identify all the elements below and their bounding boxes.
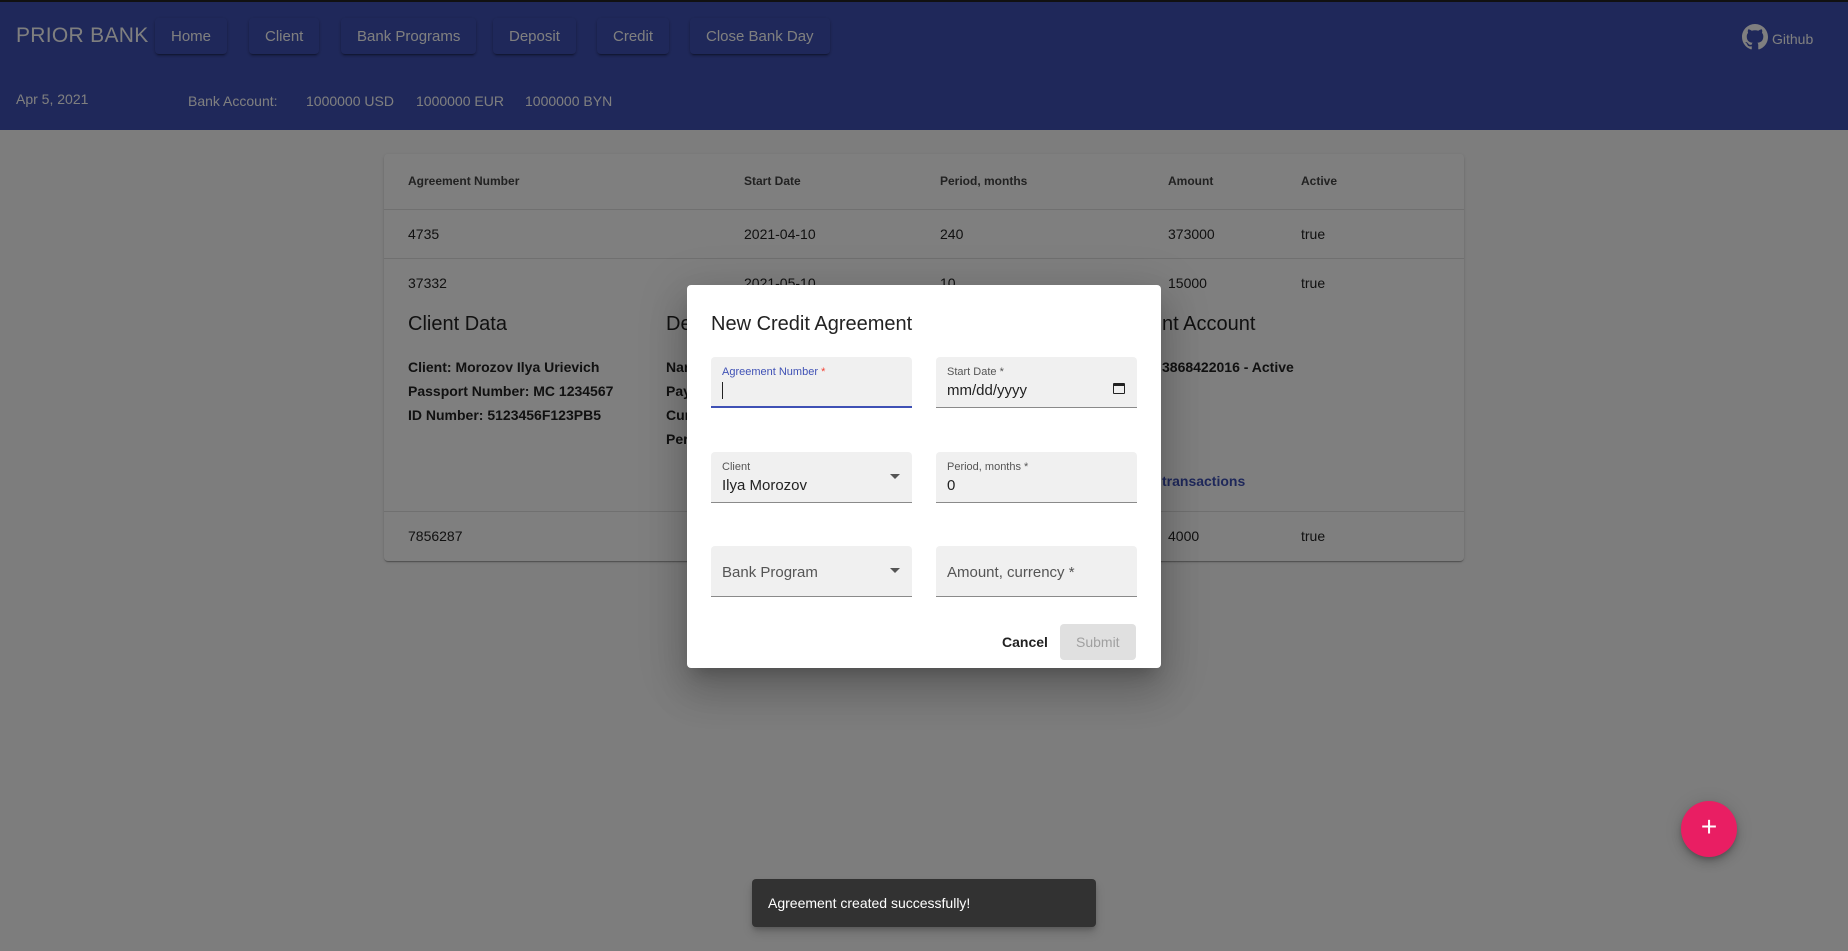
chevron-down-icon — [890, 474, 900, 479]
agreement-number-label: Agreement Number * — [722, 366, 826, 378]
bank-program-label: Bank Program — [722, 564, 818, 581]
plus-icon: + — [1700, 811, 1718, 842]
add-agreement-button[interactable]: + — [1681, 801, 1737, 857]
period-months-field[interactable]: Period, months * 0 — [936, 452, 1137, 503]
calendar-icon[interactable] — [1113, 383, 1125, 394]
start-date-field[interactable]: Start Date * mm/dd/yyyy — [936, 357, 1137, 408]
cancel-button[interactable]: Cancel — [986, 624, 1064, 660]
text-cursor — [722, 382, 723, 399]
client-label: Client — [722, 461, 751, 473]
start-date-value: mm/dd/yyyy — [947, 382, 1028, 399]
client-select[interactable]: Client Ilya Morozov — [711, 452, 912, 503]
new-credit-agreement-dialog: New Credit Agreement Agreement Number * … — [687, 285, 1161, 668]
period-months-value: 0 — [947, 477, 956, 494]
snackbar: Agreement created successfully! — [752, 879, 1096, 927]
amount-currency-label: Amount, currency * — [947, 564, 1075, 581]
submit-button[interactable]: Submit — [1060, 624, 1136, 660]
start-date-label: Start Date * — [947, 366, 1004, 378]
dialog-title: New Credit Agreement — [711, 313, 913, 335]
bank-program-select[interactable]: Bank Program — [711, 546, 912, 597]
agreement-number-field[interactable]: Agreement Number * — [711, 357, 912, 408]
snackbar-message: Agreement created successfully! — [768, 895, 971, 911]
chevron-down-icon — [890, 568, 900, 573]
client-value: Ilya Morozov — [722, 477, 808, 494]
period-months-label: Period, months * — [947, 461, 1029, 473]
amount-currency-field[interactable]: Amount, currency * — [936, 546, 1137, 597]
